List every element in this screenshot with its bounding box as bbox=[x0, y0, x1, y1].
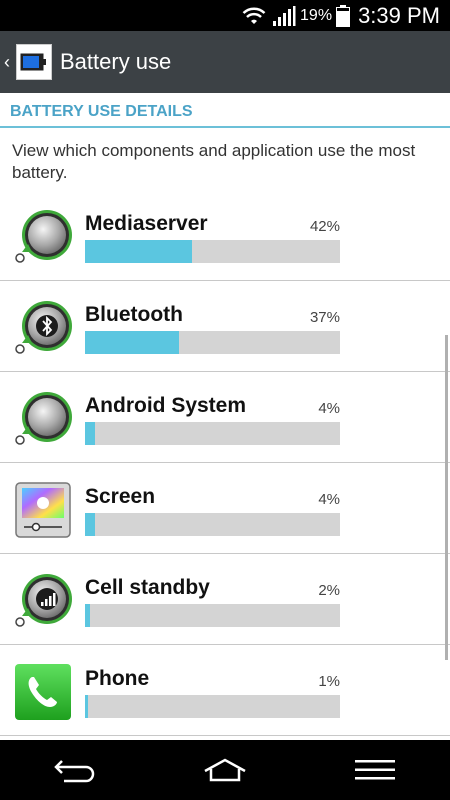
battery-icon bbox=[336, 4, 351, 27]
usage-bar bbox=[85, 240, 340, 263]
signal-icon bbox=[273, 5, 296, 26]
item-name: Screen bbox=[85, 485, 156, 508]
list-item[interactable]: Cell standby 2% bbox=[0, 554, 450, 645]
screen-icon bbox=[15, 482, 71, 538]
list-item[interactable]: Phone 1% bbox=[0, 645, 450, 736]
back-arrow-icon bbox=[54, 760, 95, 783]
item-percent: 1% bbox=[318, 673, 340, 690]
section-header: BATTERY USE DETAILS bbox=[0, 98, 450, 128]
item-name: Mediaserver bbox=[85, 212, 208, 235]
usage-bar bbox=[85, 422, 340, 445]
status-bar: 19% 3:39 PM bbox=[0, 0, 450, 31]
item-percent: 4% bbox=[318, 491, 340, 508]
item-name: Phone bbox=[85, 667, 150, 690]
list-item[interactable]: Android System 4% bbox=[0, 372, 450, 463]
item-name: Cell standby bbox=[85, 576, 210, 599]
usage-bar bbox=[85, 695, 340, 718]
wifi-icon bbox=[242, 6, 266, 24]
page-title: Battery use bbox=[60, 49, 172, 74]
item-percent: 4% bbox=[318, 400, 340, 417]
menu-button[interactable] bbox=[345, 750, 405, 790]
back-chevron-icon[interactable]: ‹ bbox=[4, 52, 14, 73]
battery-usage-list: Mediaserver 42% Bluetooth 37% Android Sy… bbox=[0, 190, 450, 736]
usage-bar bbox=[85, 604, 340, 627]
home-button[interactable] bbox=[195, 750, 255, 790]
battery-percent: 19% bbox=[300, 6, 333, 24]
list-item[interactable]: Screen 4% bbox=[0, 463, 450, 554]
action-bar: ‹ Battery use bbox=[0, 31, 450, 93]
usage-bar-fill bbox=[85, 695, 88, 718]
battery-app-icon[interactable] bbox=[16, 44, 52, 80]
usage-bar bbox=[85, 513, 340, 536]
usage-bar-fill bbox=[85, 422, 96, 445]
cell-standby-icon bbox=[15, 574, 72, 627]
scrollbar[interactable] bbox=[445, 335, 448, 660]
usage-bar-fill bbox=[85, 604, 91, 627]
item-percent: 2% bbox=[318, 582, 340, 599]
back-button[interactable] bbox=[45, 750, 105, 790]
clock: 3:39 PM bbox=[358, 2, 440, 28]
item-name: Bluetooth bbox=[85, 303, 183, 326]
usage-bar bbox=[85, 331, 340, 354]
item-percent: 42% bbox=[309, 218, 340, 235]
item-percent: 37% bbox=[309, 309, 340, 326]
phone-icon bbox=[15, 664, 71, 720]
navigation-bar bbox=[0, 740, 450, 800]
usage-bar-fill bbox=[85, 513, 96, 536]
android-system-icon bbox=[15, 392, 72, 445]
bluetooth-icon bbox=[15, 301, 72, 354]
section-description: View which components and application us… bbox=[12, 141, 416, 182]
list-item[interactable]: Bluetooth 37% bbox=[0, 281, 450, 372]
mediaserver-icon bbox=[15, 210, 72, 263]
menu-icon bbox=[355, 760, 395, 780]
list-item[interactable]: Mediaserver 42% bbox=[0, 190, 450, 281]
usage-bar-fill bbox=[85, 331, 180, 354]
item-name: Android System bbox=[85, 394, 247, 417]
home-icon bbox=[204, 758, 246, 782]
usage-bar-fill bbox=[85, 240, 193, 263]
